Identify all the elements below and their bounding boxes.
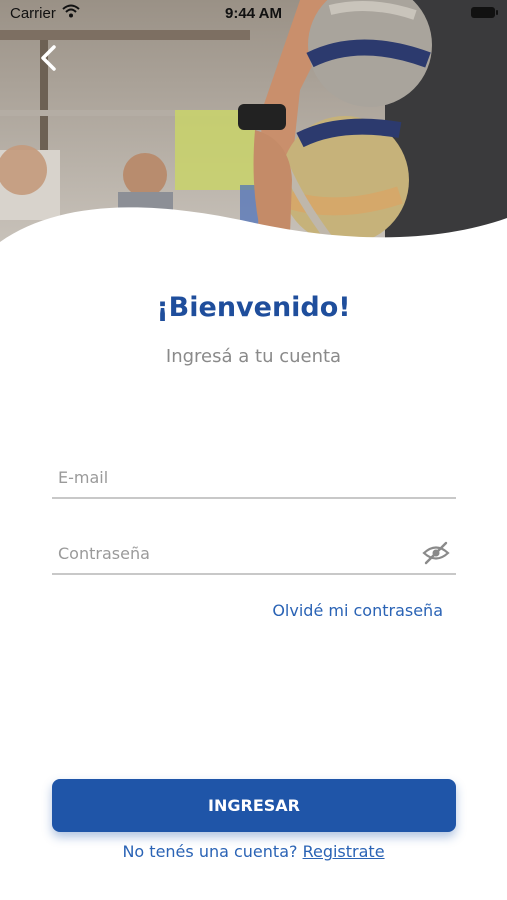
clock: 9:44 AM — [225, 5, 282, 22]
battery-icon — [471, 7, 498, 18]
login-button[interactable]: INGRESAR — [52, 779, 456, 832]
back-button[interactable] — [32, 40, 68, 76]
email-input[interactable] — [56, 461, 400, 493]
welcome-title: ¡Bienvenido! — [156, 292, 351, 323]
register-prompt-text: No tenés una cuenta? — [122, 842, 298, 861]
hero-image: Carrier 9:44 AM — [0, 0, 507, 250]
eye-slash-icon[interactable] — [422, 541, 450, 565]
welcome-subtitle: Ingresá a tu cuenta — [165, 346, 342, 367]
register-link[interactable]: Registrate — [303, 842, 385, 861]
volleyball-photo — [0, 0, 507, 250]
register-prompt: No tenés una cuenta? Registrate — [0, 842, 507, 861]
chevron-left-icon — [41, 45, 56, 71]
email-field — [52, 457, 456, 499]
status-bar: Carrier 9:44 AM — [0, 0, 507, 28]
password-field — [52, 533, 456, 575]
forgot-password-link[interactable]: Olvidé mi contraseña — [272, 601, 443, 620]
password-input[interactable] — [56, 537, 400, 569]
